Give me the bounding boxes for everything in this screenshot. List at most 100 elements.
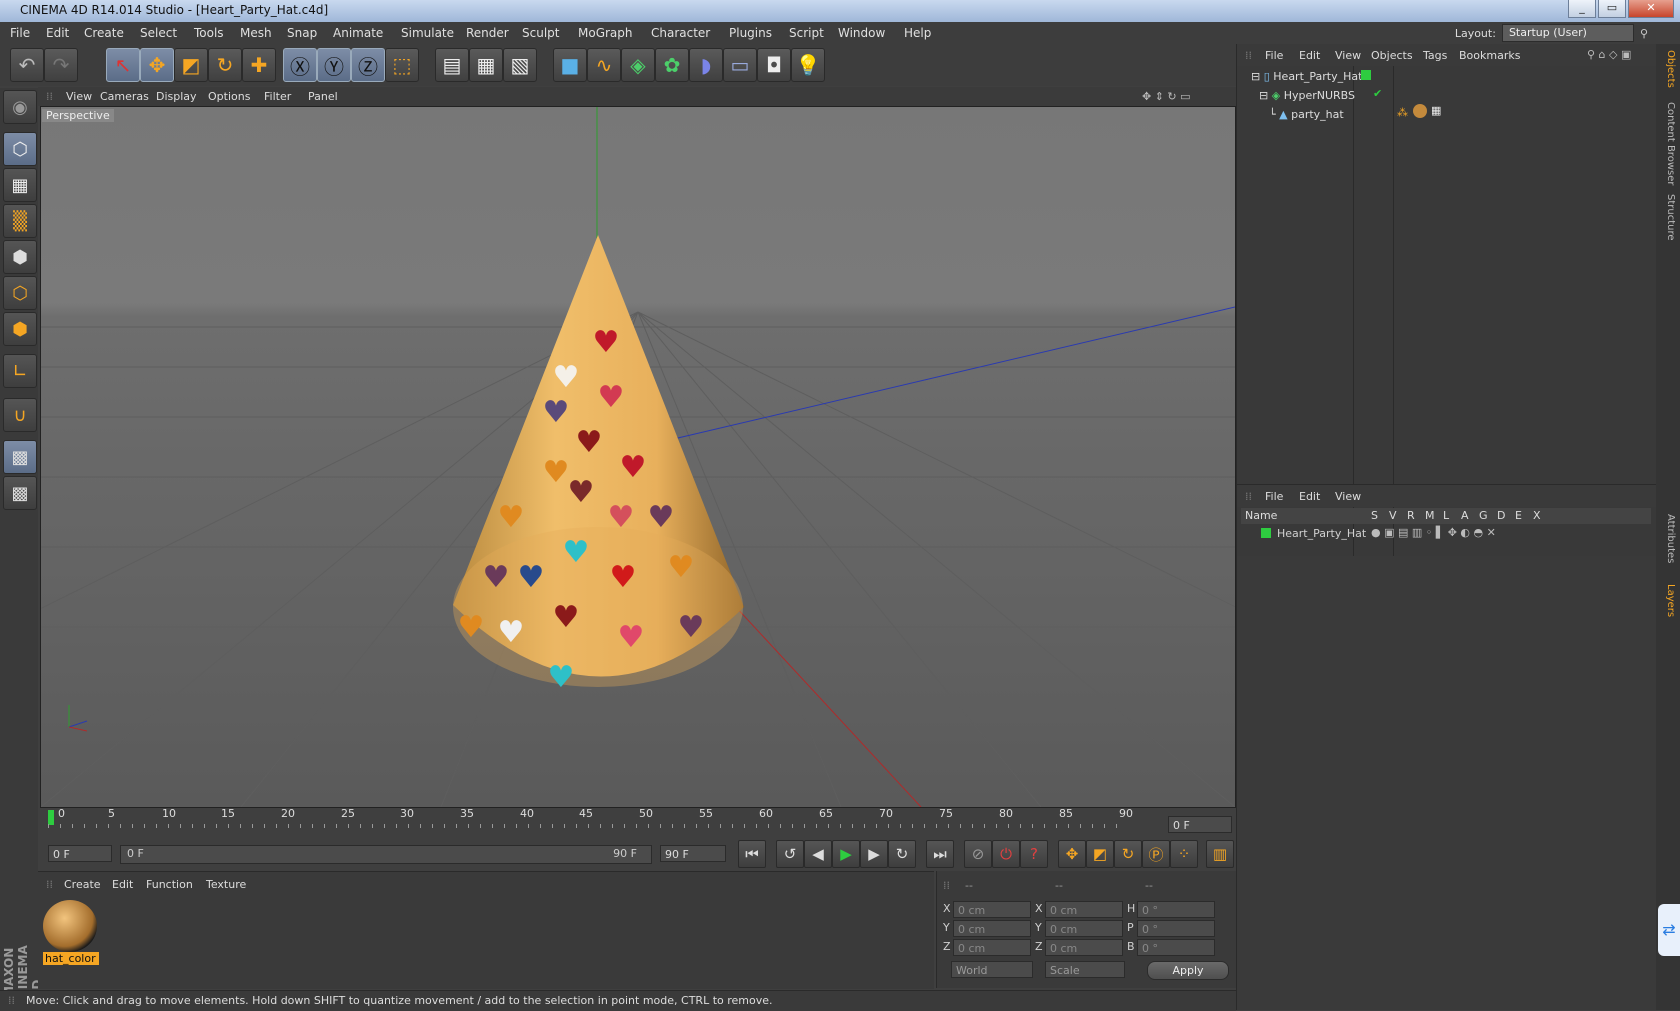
live-selection-icon[interactable]: ↖ (106, 48, 140, 82)
menu-select[interactable]: Select (140, 26, 177, 40)
3d-viewport[interactable]: ♥ ♥ ♥ ♥ ♥ ♥ ♥ ♥ ♥ ♥ ♥ ♥ ♥ ♥ ♥ ♥ ♥ ♥ ♥ ♥ (40, 106, 1236, 808)
layers-menu-file[interactable]: File (1265, 490, 1283, 503)
layer-toggle-icons[interactable]: ● ▣ ▤ ▥ ◦ ▌ ✥ ◐ ◓ ✕ (1371, 526, 1496, 539)
viewport-menu-view[interactable]: View (66, 90, 92, 103)
menu-script[interactable]: Script (789, 26, 824, 40)
menu-edit[interactable]: Edit (46, 26, 69, 40)
rotation-p-field[interactable]: 0 ° (1137, 920, 1215, 937)
previous-key-icon[interactable]: ↺ (776, 840, 804, 868)
texture-tag-icon[interactable]: ▦ (1431, 104, 1441, 117)
material-tag-icon[interactable] (1413, 104, 1427, 118)
rotation-h-field[interactable]: 0 ° (1137, 901, 1215, 918)
viewport-menu-panel[interactable]: Panel (308, 90, 338, 103)
tab-layers[interactable]: Layers (1658, 584, 1676, 617)
render-picture-viewer-icon[interactable]: ▦ (469, 48, 503, 82)
layer-color-swatch[interactable] (1261, 528, 1271, 538)
position-x-field[interactable]: 0 cm (953, 901, 1031, 918)
menu-help[interactable]: Help (904, 26, 931, 40)
layers-menu-view[interactable]: View (1335, 490, 1361, 503)
rotation-b-field[interactable]: 0 ° (1137, 939, 1215, 956)
menu-mograph[interactable]: MoGraph (578, 26, 633, 40)
key-param-icon[interactable]: Ⓟ (1142, 840, 1170, 868)
go-to-start-icon[interactable]: ⏮ (738, 840, 766, 868)
viewport-menu-display[interactable]: Display (156, 90, 197, 103)
coordinate-mode-select[interactable]: World (951, 961, 1033, 978)
auto-key-icon[interactable]: ⏻ (992, 840, 1020, 868)
menu-tools[interactable]: Tools (194, 26, 224, 40)
deformer-icon[interactable]: ◗ (689, 48, 723, 82)
viewport-menu-filter[interactable]: Filter (264, 90, 291, 103)
objects-menu-tags[interactable]: Tags (1423, 49, 1447, 62)
make-editable-icon[interactable]: ◉ (3, 90, 37, 124)
material-menu-function[interactable]: Function (146, 878, 193, 891)
object-row[interactable]: ⊟ ◈ HyperNURBS (1259, 89, 1355, 102)
material-thumbnail[interactable]: hat_color (43, 900, 99, 965)
object-row[interactable]: └ ▲ party_hat (1269, 108, 1344, 121)
snap-magnet-icon[interactable]: ∪ (3, 398, 37, 432)
edges-mode-icon[interactable]: ⬡ (3, 276, 37, 310)
size-mode-select[interactable]: Scale (1045, 961, 1125, 978)
key-points-icon[interactable]: ⁘ (1170, 840, 1198, 868)
cube-icon[interactable]: ■ (553, 48, 587, 82)
workplane-icon[interactable]: ▒ (3, 204, 37, 238)
go-to-end-icon[interactable]: ⏭ (926, 840, 954, 868)
key-position-icon[interactable]: ✥ (1058, 840, 1086, 868)
menu-sculpt[interactable]: Sculpt (522, 26, 559, 40)
playhead-marker[interactable] (48, 810, 54, 825)
viewport-menu-options[interactable]: Options (208, 90, 250, 103)
phong-tag-icon[interactable]: ⁂ (1397, 106, 1408, 119)
next-key-icon[interactable]: ↻ (888, 840, 916, 868)
objects-menu-view[interactable]: View (1335, 49, 1361, 62)
objects-menu-edit[interactable]: Edit (1299, 49, 1320, 62)
current-frame-field[interactable]: 0 F (1168, 816, 1232, 833)
layer-color-swatch[interactable] (1361, 70, 1371, 80)
layers-menu-edit[interactable]: Edit (1299, 490, 1320, 503)
objects-menu-objects[interactable]: Objects (1371, 49, 1413, 62)
menu-plugins[interactable]: Plugins (729, 26, 772, 40)
restore-button[interactable]: ▭ (1598, 0, 1626, 18)
transform-icon[interactable]: ✚ (242, 48, 276, 82)
tab-structure[interactable]: Structure (1658, 194, 1676, 241)
position-z-field[interactable]: 0 cm (953, 939, 1031, 956)
model-mode-icon[interactable]: ⬡ (3, 132, 37, 166)
key-rotation-icon[interactable]: ↻ (1114, 840, 1142, 868)
z-axis-icon[interactable]: Ⓩ (351, 48, 385, 82)
menu-window[interactable]: Window (838, 26, 885, 40)
menu-character[interactable]: Character (651, 26, 710, 40)
timeline-ruler[interactable]: 0 5 10 15 20 25 30 35 40 45 50 55 60 65 … (48, 807, 1148, 828)
menu-mesh[interactable]: Mesh (240, 26, 272, 40)
menu-file[interactable]: File (10, 26, 30, 40)
previous-frame-icon[interactable]: ◀ (804, 840, 832, 868)
render-settings-icon[interactable]: ▧ (503, 48, 537, 82)
polygons-mode-icon[interactable]: ⬢ (3, 312, 37, 346)
material-menu-edit[interactable]: Edit (112, 878, 133, 891)
menu-render[interactable]: Render (466, 26, 509, 40)
object-row[interactable]: ⊟ ▯ Heart_Party_Hat (1251, 70, 1362, 83)
rotate-icon[interactable]: ↻ (208, 48, 242, 82)
material-menu-texture[interactable]: Texture (206, 878, 246, 891)
tab-attributes[interactable]: Attributes (1658, 514, 1676, 563)
position-y-field[interactable]: 0 cm (953, 920, 1031, 937)
array-icon[interactable]: ✿ (655, 48, 689, 82)
undo-icon[interactable]: ↶ (10, 48, 44, 82)
tab-content-browser[interactable]: Content Browser (1658, 102, 1676, 185)
camera-icon[interactable]: ◘ (757, 48, 791, 82)
objects-search-icon[interactable]: ⚲ ⌂ ◇ ▣ (1587, 48, 1631, 61)
nurbs-icon[interactable]: ◈ (621, 48, 655, 82)
texture-mode-icon[interactable]: ▦ (3, 168, 37, 202)
play-icon[interactable]: ▶ (832, 840, 860, 868)
help-record-icon[interactable]: ? (1020, 840, 1048, 868)
menu-animate[interactable]: Animate (333, 26, 383, 40)
timeline-window-icon[interactable]: ▥ (1206, 840, 1234, 868)
objects-menu-bookmarks[interactable]: Bookmarks (1459, 49, 1520, 62)
minimize-button[interactable]: _ (1568, 0, 1596, 18)
frame-range-slider[interactable]: 0 F 90 F (120, 845, 652, 864)
viewport-nav-icons[interactable]: ✥ ⇕ ↻ ▭ (1142, 90, 1191, 103)
start-frame-field[interactable]: 0 F (48, 845, 112, 862)
next-frame-icon[interactable]: ▶ (860, 840, 888, 868)
size-x-field[interactable]: 0 cm (1045, 901, 1123, 918)
teamviewer-icon[interactable]: ⇄ (1658, 904, 1680, 956)
floor-icon[interactable]: ▭ (723, 48, 757, 82)
scale-icon[interactable]: ◩ (174, 48, 208, 82)
redo-icon[interactable]: ↷ (44, 48, 78, 82)
